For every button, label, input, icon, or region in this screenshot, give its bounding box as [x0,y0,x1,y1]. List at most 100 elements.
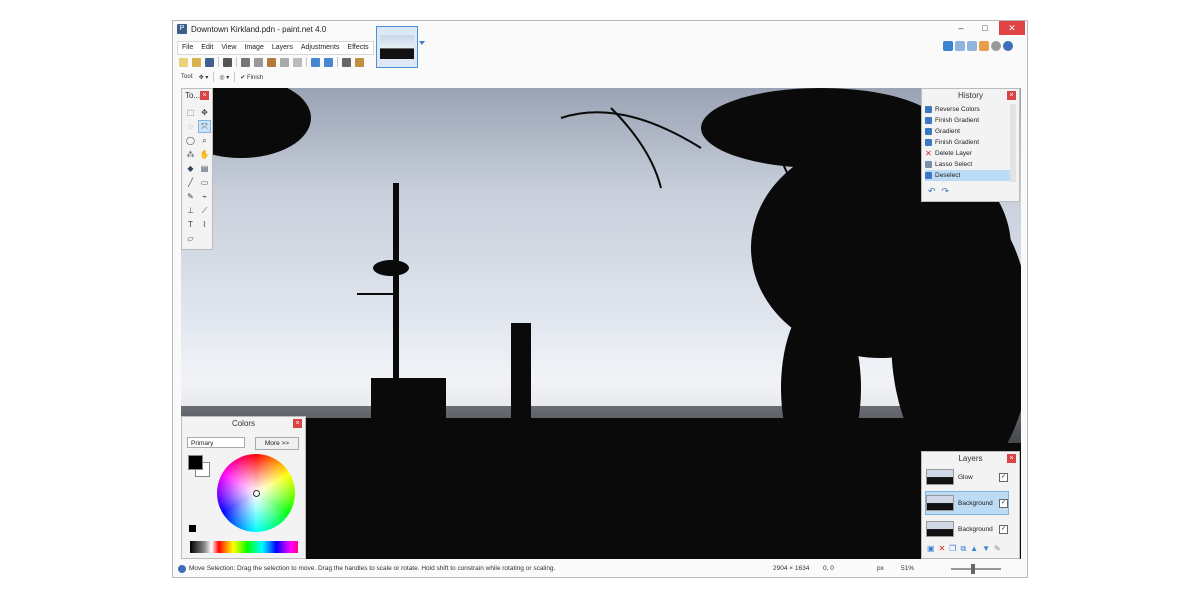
tool-label: Tool: [181,74,194,80]
layer-row[interactable]: Glow ✓ [926,466,1008,488]
history-item[interactable]: Lasso Select [925,159,1011,170]
rulers-icon[interactable] [355,57,364,67]
history-item-label: Finish Gradient [935,139,980,146]
move-selection-tool-icon[interactable]: ✥ ▾ [199,74,209,81]
layer-visibility-checkbox[interactable]: ✓ [999,524,1008,534]
color-palette[interactable] [190,541,298,553]
image-thumbnail-tab[interactable] [376,26,418,68]
primary-color-swatch[interactable] [188,455,203,470]
tools-panel-close-button[interactable]: × [200,91,209,100]
redo-icon[interactable]: ↷ [942,186,950,197]
help-icon[interactable] [1003,41,1013,51]
menu-bar: File Edit View Image Layers Adjustments … [177,41,374,55]
move-tool-icon[interactable]: ✥ [199,107,210,118]
app-icon: P [177,24,187,34]
history-item[interactable]: Finish Gradient [925,137,1011,148]
history-panel-close-button[interactable]: × [1007,91,1016,100]
quality-icon[interactable]: ◎ ▾ [219,74,229,81]
layers-panel-close-button[interactable]: × [1007,454,1016,463]
menu-file[interactable]: File [178,42,197,54]
more-colors-button[interactable]: More >> [255,437,299,450]
grid-icon[interactable] [342,57,351,67]
add-layer-icon[interactable]: ▣ [927,544,935,554]
layer-row-selected[interactable]: Background ✓ [925,491,1009,515]
print-icon[interactable] [223,57,232,67]
zoom-slider[interactable] [951,568,1001,570]
close-window-button[interactable]: ✕ [999,21,1025,35]
merge-layer-icon[interactable]: ⧉ [960,544,966,554]
toolbar-divider [234,72,236,82]
line-curve-tool-icon[interactable]: ⌇ [199,219,210,230]
color-picker-tool-icon[interactable]: ⌁ [199,191,210,202]
delete-layer-icon[interactable]: ✕ [939,544,946,554]
layer-visibility-checkbox[interactable]: ✓ [999,498,1008,508]
reset-colors-icon[interactable] [189,525,196,532]
maximize-button[interactable]: □ [973,21,997,35]
toolbar-divider [218,57,219,67]
image-list-dropdown-icon[interactable] [419,41,425,45]
layer-toolbar: ▣ ✕ ❐ ⧉ ▲ ▼ ✎ [927,544,1001,554]
history-item[interactable]: Reverse Colors [925,104,1011,115]
clone-stamp-tool-icon[interactable]: ⊥ [185,205,196,216]
text-tool-icon[interactable]: T [185,219,196,230]
finish-button[interactable]: ✔ Finish [240,74,263,81]
colors-toggle-icon[interactable] [979,41,989,51]
new-image-icon[interactable] [179,57,188,67]
recolor-tool-icon[interactable]: ⟋ [199,205,210,216]
history-item[interactable]: Gradient [925,126,1011,137]
history-toggle-icon[interactable] [955,41,965,51]
rectangle-select-tool-icon[interactable]: ⬚ [185,107,196,118]
zoom-tool-icon[interactable]: ⌕ [199,135,210,146]
paste-icon[interactable] [267,57,276,67]
redo-icon[interactable] [324,57,333,67]
menu-effects[interactable]: Effects [343,42,372,54]
save-icon[interactable] [205,57,214,67]
layer-row[interactable]: Background ✓ [926,518,1008,540]
color-wheel-cursor[interactable] [253,490,260,497]
history-item[interactable]: ✕ Delete Layer [925,148,1011,159]
ellipse-select-tool-icon[interactable]: ◯ [185,135,196,146]
pan-tool-icon[interactable]: ✋ [199,149,210,160]
layer-visibility-checkbox[interactable]: ✓ [999,472,1008,482]
unit-selector[interactable]: px [877,563,884,575]
menu-view[interactable]: View [217,42,240,54]
deselect-icon[interactable] [293,57,302,67]
move-layer-up-icon[interactable]: ▲ [970,544,978,554]
title-bar: P Downtown Kirkland.pdn - paint.net 4.0 … [173,21,1027,68]
duplicate-layer-icon[interactable]: ❐ [949,544,956,554]
menu-image[interactable]: Image [240,42,267,54]
minimize-button[interactable]: – [949,21,973,35]
open-icon[interactable] [192,57,201,67]
settings-icon[interactable] [991,41,1001,51]
menu-edit[interactable]: Edit [197,42,217,54]
history-item-selected[interactable]: Deselect [925,170,1011,181]
magic-wand-tool-icon[interactable]: ⁂ [185,149,196,160]
gradient-tool-icon[interactable]: ▤ [199,163,210,174]
paint-bucket-tool-icon[interactable]: ◆ [185,163,196,174]
undo-icon[interactable]: ↶ [928,186,936,197]
move-layer-down-icon[interactable]: ▼ [982,544,990,554]
color-mode-select[interactable]: Primary [187,437,245,448]
history-scrollbar[interactable] [1010,104,1016,182]
image-canvas[interactable] [181,88,1021,559]
history-item-label: Lasso Select [935,161,973,168]
copy-icon[interactable] [254,57,263,67]
menu-layers[interactable]: Layers [268,42,297,54]
lasso-tool-icon[interactable]: ◌ [185,121,196,132]
eraser-tool-icon[interactable]: ▭ [199,177,210,188]
colors-panel-close-button[interactable]: × [293,419,302,428]
shapes-tool-icon[interactable]: ▱ [185,233,196,244]
pencil-tool-icon[interactable]: ✎ [185,191,196,202]
history-item[interactable]: Finish Gradient [925,115,1011,126]
layer-properties-icon[interactable]: ✎ [994,544,1001,554]
tools-toggle-icon[interactable] [943,41,953,51]
paintbrush-tool-icon[interactable]: ╱ [185,177,196,188]
layers-toggle-icon[interactable] [967,41,977,51]
undo-icon[interactable] [311,57,320,67]
zoom-level[interactable]: 51% [901,563,914,575]
move-selection-tool-icon[interactable]: ⤧ [198,120,211,133]
zoom-slider-handle[interactable] [971,564,975,574]
crop-icon[interactable] [280,57,289,67]
menu-adjustments[interactable]: Adjustments [297,42,344,54]
cut-icon[interactable] [241,57,250,67]
